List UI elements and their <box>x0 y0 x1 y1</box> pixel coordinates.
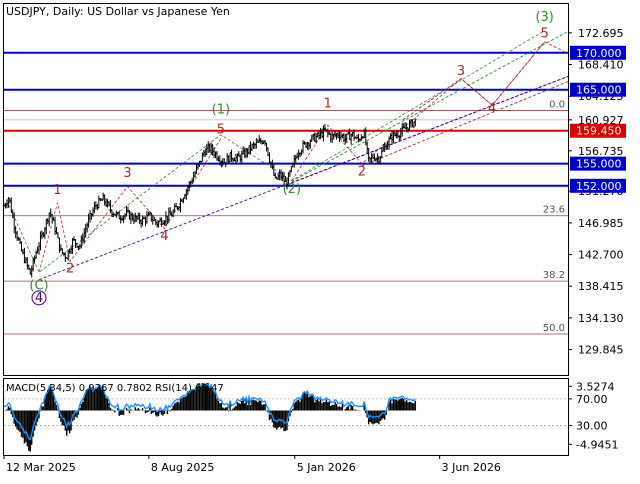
x-tick-label: 3 Jun 2026 <box>442 461 501 474</box>
indicator-tick-label: -4.9451 <box>576 438 618 451</box>
chart-window: 0.0 23.6 38.2 50.0 1 2 3 4 5 (1) (2) (C) 4 1 2 3 4 5 (3) … <box>0 0 640 480</box>
fib-level-label: 38.2 <box>543 270 565 281</box>
y-tick-label: 129.845 <box>578 344 624 357</box>
x-tick-label: 12 Mar 2025 <box>6 461 76 474</box>
fib-level-label: 0.0 <box>549 99 565 110</box>
x-tick-label: 5 Jan 2026 <box>297 461 356 474</box>
y-tick-label: 146.985 <box>578 217 624 230</box>
wave-label: 1 <box>53 183 61 198</box>
price-chart: 0.023.638.250.0 12345(1)(2)(C)412345(3) … <box>0 0 640 480</box>
y-tick-label: 172.695 <box>578 27 624 40</box>
fib-level-label: 23.6 <box>543 205 565 216</box>
wave-label: 2 <box>358 164 366 179</box>
y-tick-label: 156.735 <box>578 145 624 158</box>
y-tick-label: 168.410 <box>578 59 624 72</box>
level-price-label: 170.000 <box>576 47 622 60</box>
wave-label: 4 <box>488 102 496 117</box>
wave-label: 5 <box>541 26 549 41</box>
wave-label: 4 <box>35 291 43 306</box>
wave-label: 1 <box>324 96 332 111</box>
y-tick-label: 138.415 <box>578 280 624 293</box>
level-price-label: 165.000 <box>576 84 622 97</box>
wave-label: 3 <box>457 64 465 79</box>
indicator-tick-label: 3.5274 <box>576 380 615 393</box>
y-tick-label: 142.700 <box>578 249 624 262</box>
fib-level-label: 50.0 <box>543 323 565 334</box>
wave-label: (1) <box>212 102 230 117</box>
chart-title: USDJPY, Daily: US Dollar vs Japanese Yen <box>6 5 230 18</box>
wave-label: 2 <box>66 261 74 276</box>
x-tick-label: 8 Aug 2025 <box>151 461 214 474</box>
wave-label: 4 <box>160 229 168 244</box>
indicator-title: MACD(5,34,5) 0.9267 0.7802 RSI(14) 65.47 <box>6 383 224 394</box>
y-tick-label: 134.130 <box>578 312 624 325</box>
indicator-tick-label: 30.00 <box>576 420 608 433</box>
level-price-label: 155.000 <box>576 158 622 171</box>
wave-label: 5 <box>217 122 225 137</box>
wave-label: 3 <box>123 166 131 181</box>
wave-label: (2) <box>283 182 301 197</box>
wave-label: (3) <box>535 10 553 25</box>
level-price-label: 159.450 <box>576 125 622 138</box>
level-price-label: 152.000 <box>576 180 622 193</box>
indicator-tick-label: 70.00 <box>576 393 608 406</box>
